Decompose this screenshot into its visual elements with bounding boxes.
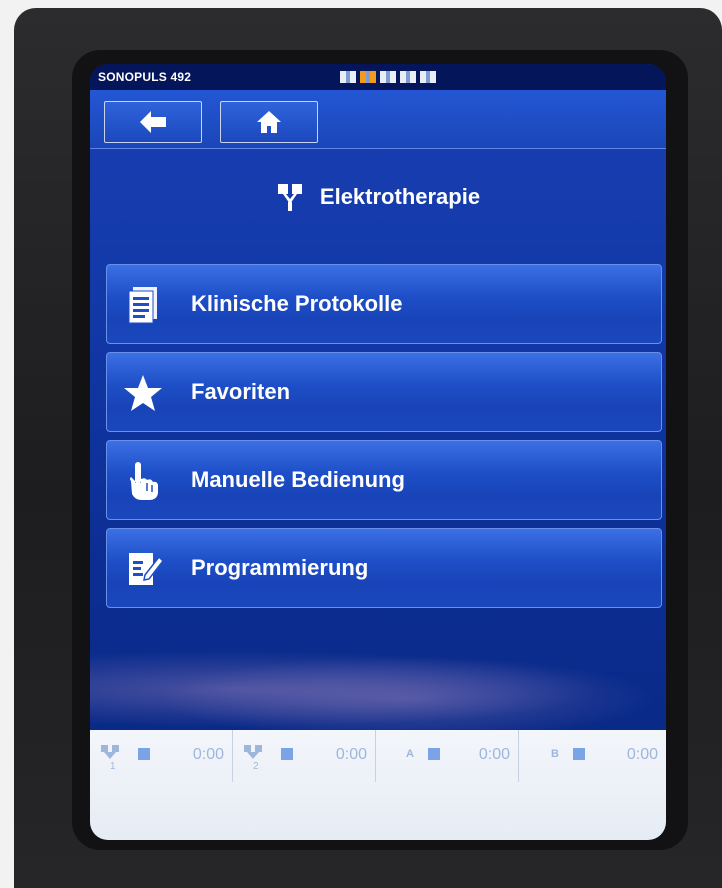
- back-arrow-icon: [140, 111, 166, 133]
- channel-2-indicator: [360, 71, 376, 83]
- document-icon: [128, 287, 157, 324]
- back-button[interactable]: [104, 101, 202, 143]
- edit-document-icon: [129, 553, 164, 585]
- menu-item-label: Manuelle Bedienung: [191, 467, 405, 492]
- channel-indicator: [340, 71, 440, 83]
- channel-4-indicator: [400, 71, 416, 83]
- navigation-bar: [90, 90, 666, 149]
- menu-item-label: Programmierung: [191, 555, 369, 580]
- channel-5-indicator: [420, 71, 436, 83]
- menu-item-favoriten[interactable]: Favoriten: [106, 352, 662, 432]
- channel-2-time: 0:00: [335, 746, 367, 763]
- status-square: [573, 748, 585, 760]
- menu-item-label: Favoriten: [191, 379, 291, 404]
- slot-b-letter: B: [551, 748, 559, 760]
- status-slot-channel-2[interactable]: 2 0:00: [233, 730, 376, 782]
- svg-text:2: 2: [253, 761, 259, 770]
- glass-reflection: [90, 644, 666, 734]
- home-button[interactable]: [220, 101, 318, 143]
- slot-a-letter: A: [406, 748, 414, 760]
- menu-item-klinische-protokolle[interactable]: Klinische Protokolle: [106, 264, 662, 344]
- device-name: SONOPULS 492: [98, 70, 192, 84]
- status-square: [138, 748, 150, 760]
- channel-3-indicator: [380, 71, 396, 83]
- page-header: Elektrotherapie: [90, 172, 666, 222]
- status-bar: 1 0:00 2 0:00 A 0:00 B 0:00: [90, 730, 666, 840]
- star-icon: [124, 375, 162, 411]
- electrode-channel-1-icon: 1: [101, 745, 119, 770]
- touch-screen: SONOPULS 492 Elektrotherapie Klinische P…: [90, 64, 666, 840]
- status-slot-b[interactable]: B 0:00: [519, 730, 666, 782]
- status-slot-a[interactable]: A 0:00: [376, 730, 519, 782]
- channel-1-time: 0:00: [192, 746, 224, 763]
- status-square: [428, 748, 440, 760]
- status-slot-channel-1[interactable]: 1 0:00: [90, 730, 233, 782]
- home-icon: [257, 111, 281, 133]
- menu-item-programmierung[interactable]: Programmierung: [106, 528, 662, 608]
- svg-text:1: 1: [110, 761, 116, 770]
- menu-item-label: Klinische Protokolle: [191, 291, 403, 316]
- electrode-icon: [277, 184, 302, 211]
- status-square: [281, 748, 293, 760]
- slot-a-time: 0:00: [478, 746, 510, 763]
- page-title: Elektrotherapie: [319, 184, 481, 209]
- electrode-channel-2-icon: 2: [244, 745, 262, 770]
- top-bar: SONOPULS 492: [90, 64, 666, 90]
- channel-1-indicator: [340, 71, 356, 83]
- hand-pointer-icon: [130, 462, 158, 500]
- menu-item-manuelle-bedienung[interactable]: Manuelle Bedienung: [106, 440, 662, 520]
- slot-b-time: 0:00: [626, 746, 658, 763]
